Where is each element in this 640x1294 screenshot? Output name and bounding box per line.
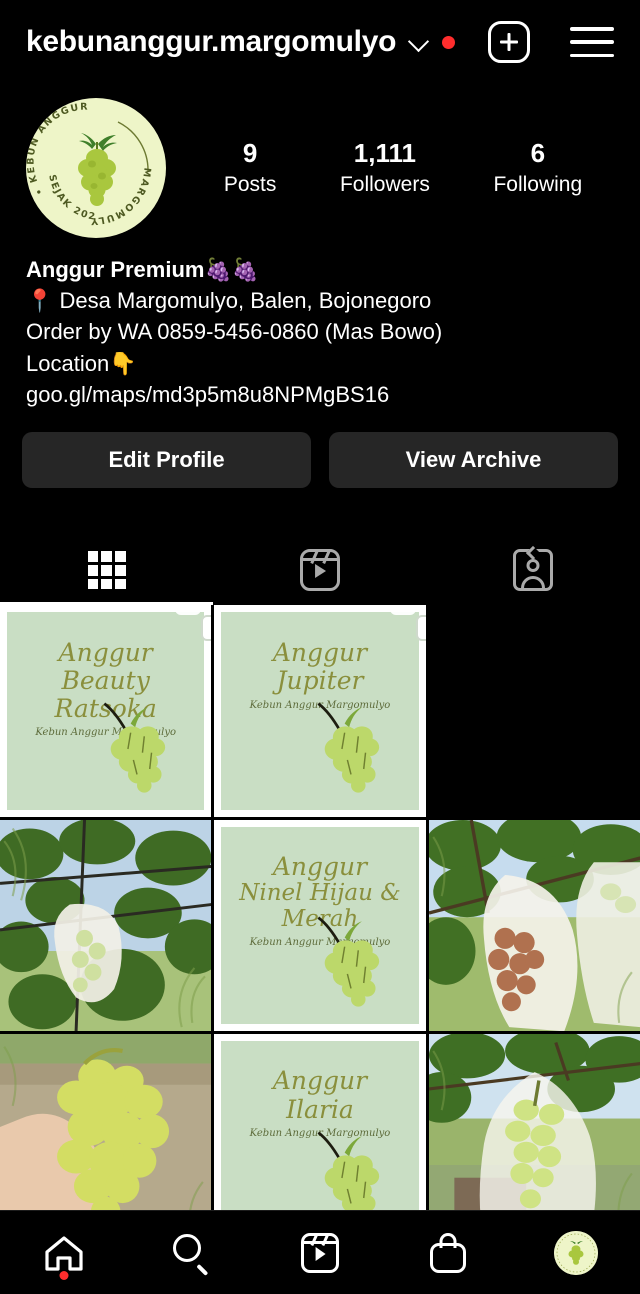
posts-label: Posts	[223, 172, 277, 196]
grid-icon	[87, 551, 126, 590]
following-label: Following	[493, 172, 583, 196]
instagram-profile-screen: kebunanggur.margomulyo • KEBUN ANGGUR MA…	[0, 0, 640, 1294]
view-archive-button[interactable]: View Archive	[329, 432, 618, 489]
bio-line-location: Location👇	[26, 350, 137, 376]
post-tile[interactable]: KEBUN ANGGUR MARGOMULYO	[0, 819, 212, 1031]
hamburger-menu-icon[interactable]	[570, 27, 614, 57]
post-title-line1: Anggur	[272, 1066, 368, 1096]
nav-profile[interactable]	[512, 1211, 640, 1294]
top-bar-actions	[488, 21, 614, 63]
post-tile[interactable]: Anggur Beauty Ratsoka Kebun Anggur Margo…	[0, 605, 212, 817]
profile-header: • KEBUN ANGGUR MARGOMULYO • SEJAK 2020	[0, 84, 640, 238]
post-design-card: Anggur Beauty Ratsoka Kebun Anggur Margo…	[0, 605, 212, 817]
grape-illustration-icon	[103, 702, 166, 793]
notification-dot	[442, 35, 456, 49]
post-title-line1: Anggur	[272, 637, 368, 667]
bio-line-address: 📍 Desa Margomulyo, Balen, Bojonegoro	[26, 288, 432, 314]
profile-avatar-icon	[554, 1230, 598, 1275]
chevron-down-icon[interactable]	[410, 33, 428, 51]
tagged-person-icon	[513, 546, 554, 592]
bio-link[interactable]: goo.gl/maps/md3p5m8u8NPMgBS16	[26, 379, 614, 410]
grape-illustration-icon	[317, 702, 380, 793]
post-title-line2: Ilaria	[286, 1094, 354, 1124]
search-icon	[173, 1233, 211, 1276]
post-title-line2: Jupiter	[276, 666, 364, 696]
reels-icon	[299, 549, 340, 592]
profile-username: kebunanggur.margomulyo	[26, 25, 397, 58]
nav-search[interactable]	[128, 1211, 256, 1294]
profile-bio: Anggur Premium🍇🍇 📍 Desa Margomulyo, Bale…	[0, 238, 640, 410]
post-title-line1: Anggur	[58, 637, 153, 667]
stat-followers[interactable]: 1,111 Followers	[339, 138, 430, 197]
post-design-card: Anggur Ninel Hijau & Merah Kebun Anggur …	[214, 819, 426, 1031]
profile-actions: Edit Profile View Archive	[0, 410, 640, 489]
followers-label: Followers	[339, 172, 430, 196]
profile-tabs	[0, 538, 640, 602]
nav-shop[interactable]	[384, 1211, 512, 1294]
avatar[interactable]: • KEBUN ANGGUR MARGOMULYO • SEJAK 2020	[26, 98, 166, 238]
profile-stats: 9 Posts 1,111 Followers 6 Following	[166, 138, 614, 197]
post-photo	[428, 819, 640, 1031]
home-notification-dot	[59, 1271, 69, 1280]
bio-line-order: Order by WA 0859-5456-0860 (Mas Bowo)	[26, 319, 443, 345]
avatar-logo-icon: • KEBUN ANGGUR MARGOMULYO • SEJAK 2020	[26, 98, 165, 237]
reels-icon	[301, 1232, 339, 1273]
tab-grid[interactable]	[0, 538, 213, 602]
post-tile[interactable]	[428, 819, 640, 1031]
post-tile[interactable]: Anggur Ninel Hijau & Merah Kebun Anggur …	[214, 819, 426, 1031]
grape-illustration-icon	[317, 916, 380, 1007]
edit-profile-button[interactable]: Edit Profile	[22, 432, 311, 489]
home-icon	[44, 1235, 84, 1271]
post-tile[interactable]: Anggur Jupiter Kebun Anggur Margomulyo	[214, 605, 426, 817]
post-title-line1: Anggur	[272, 852, 368, 882]
shop-bag-icon	[430, 1232, 466, 1273]
plus-square-icon[interactable]	[488, 21, 530, 63]
stat-following[interactable]: 6 Following	[493, 138, 583, 197]
nav-home[interactable]	[0, 1211, 128, 1294]
bottom-navigation	[0, 1210, 640, 1294]
post-grid: Anggur Beauty Ratsoka Kebun Anggur Margo…	[0, 605, 640, 1246]
post-tile[interactable]	[428, 605, 640, 817]
post-photo	[0, 819, 212, 1031]
following-count: 6	[530, 138, 546, 169]
tab-reels[interactable]	[213, 538, 426, 602]
top-bar: kebunanggur.margomulyo	[0, 0, 640, 84]
stat-posts[interactable]: 9 Posts	[223, 138, 277, 197]
post-design-card: Anggur Jupiter Kebun Anggur Margomulyo	[214, 605, 426, 817]
posts-count: 9	[242, 138, 258, 169]
followers-count: 1,111	[353, 138, 416, 169]
bio-display-name: Anggur Premium🍇🍇	[26, 257, 260, 282]
account-switcher[interactable]: kebunanggur.margomulyo	[26, 25, 456, 59]
tab-tagged[interactable]	[427, 538, 640, 602]
nav-reels[interactable]	[256, 1211, 384, 1294]
